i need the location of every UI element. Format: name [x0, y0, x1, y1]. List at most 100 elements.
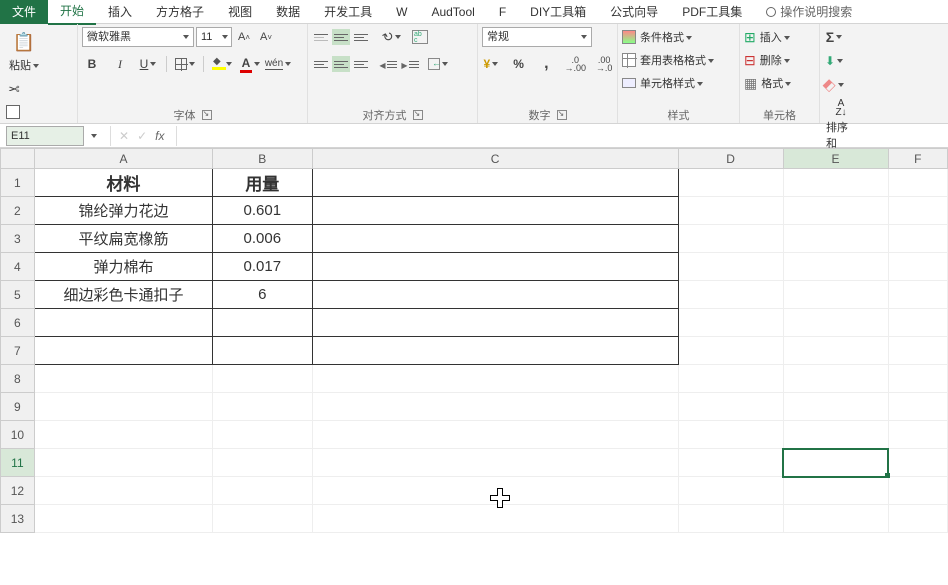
cell[interactable] [888, 169, 948, 197]
align-right-button[interactable] [352, 56, 370, 72]
cell[interactable] [678, 281, 783, 309]
tab-fangfang[interactable]: 方方格子 [144, 0, 216, 24]
cell[interactable] [678, 449, 783, 477]
sort-filter-button[interactable]: AZ↓ 排序和 [824, 97, 858, 153]
cell[interactable]: 细边彩色卡通扣子 [34, 281, 212, 309]
orientation-button[interactable] [382, 27, 402, 47]
cell[interactable] [34, 393, 212, 421]
paste-button[interactable]: 📋 粘贴 [4, 27, 44, 75]
cell[interactable]: 0.006 [213, 225, 312, 253]
cell[interactable]: 6 [213, 281, 312, 309]
cell[interactable]: 0.601 [213, 197, 312, 225]
cell[interactable] [888, 337, 948, 365]
row-header[interactable]: 1 [1, 169, 35, 197]
comma-button[interactable] [538, 54, 556, 74]
tab-home[interactable]: 开始 [48, 0, 96, 25]
cell[interactable] [213, 309, 312, 337]
cell[interactable] [312, 309, 678, 337]
conditional-format-button[interactable]: 条件格式 [622, 27, 735, 47]
cell[interactable]: 用量 [213, 169, 312, 197]
column-header[interactable]: C [312, 149, 678, 169]
tab-view[interactable]: 视图 [216, 0, 264, 24]
row-header[interactable]: 11 [1, 449, 35, 477]
row-header[interactable]: 5 [1, 281, 35, 309]
copy-button[interactable] [4, 103, 24, 123]
align-center-button[interactable] [332, 56, 350, 72]
decrease-font-button[interactable]: A˅ [256, 27, 276, 47]
cell[interactable] [678, 421, 783, 449]
align-top-button[interactable] [312, 29, 330, 45]
insert-cells-button[interactable]: 插入 [744, 27, 815, 47]
column-header[interactable]: B [213, 149, 312, 169]
underline-button[interactable]: U [138, 54, 158, 74]
cell[interactable] [312, 169, 678, 197]
tab-formula[interactable]: 公式向导 [598, 0, 670, 24]
tab-f[interactable]: F [487, 1, 518, 23]
percent-button[interactable] [510, 54, 528, 74]
cell[interactable] [783, 421, 888, 449]
cell[interactable] [888, 421, 948, 449]
cell[interactable] [783, 505, 888, 533]
cell[interactable] [213, 421, 312, 449]
name-box[interactable]: E11 [6, 126, 84, 146]
cancel-formula-button[interactable]: ✕ [119, 129, 129, 143]
cell[interactable] [678, 197, 783, 225]
cell[interactable] [888, 365, 948, 393]
row-header[interactable]: 9 [1, 393, 35, 421]
cell[interactable] [783, 449, 888, 477]
tab-w[interactable]: W [384, 1, 419, 23]
bold-button[interactable]: B [82, 54, 102, 74]
column-header[interactable]: A [34, 149, 212, 169]
cell[interactable] [312, 281, 678, 309]
table-format-button[interactable]: 套用表格格式 [622, 50, 735, 70]
cell[interactable] [312, 253, 678, 281]
cell[interactable] [34, 505, 212, 533]
tab-diy[interactable]: DIY工具箱 [518, 0, 598, 24]
cell[interactable]: 平纹扁宽橡筋 [34, 225, 212, 253]
font-size-select[interactable]: 11 [196, 27, 232, 47]
cell[interactable] [888, 197, 948, 225]
alignment-launcher[interactable] [413, 110, 423, 120]
font-color-button[interactable]: A [240, 54, 260, 74]
cell[interactable] [783, 281, 888, 309]
font-name-select[interactable]: 微软雅黑 [82, 27, 194, 47]
cell[interactable] [783, 477, 888, 505]
cell[interactable] [312, 449, 678, 477]
cell[interactable] [213, 449, 312, 477]
cell[interactable] [888, 393, 948, 421]
cell[interactable] [783, 337, 888, 365]
number-format-select[interactable]: 常规 [482, 27, 592, 47]
font-launcher[interactable] [202, 110, 212, 120]
increase-font-button[interactable]: A˄ [234, 27, 254, 47]
row-header[interactable]: 12 [1, 477, 35, 505]
align-middle-button[interactable] [332, 29, 350, 45]
tab-help[interactable]: 操作说明搜索 [754, 0, 864, 24]
delete-cells-button[interactable]: 删除 [744, 50, 815, 70]
cell[interactable] [34, 337, 212, 365]
cell[interactable] [783, 225, 888, 253]
merge-button[interactable] [428, 54, 448, 74]
number-launcher[interactable] [557, 110, 567, 120]
cell[interactable] [312, 477, 678, 505]
cell[interactable] [213, 365, 312, 393]
fill-button[interactable] [824, 51, 844, 71]
tab-insert[interactable]: 插入 [96, 0, 144, 24]
column-header[interactable]: E [783, 149, 888, 169]
cell[interactable] [678, 477, 783, 505]
increase-decimal-button[interactable]: .0→.00 [565, 54, 585, 74]
cell[interactable] [888, 225, 948, 253]
format-cells-button[interactable]: 格式 [744, 73, 815, 93]
align-left-button[interactable] [312, 56, 330, 72]
cell[interactable] [783, 309, 888, 337]
cell[interactable] [678, 505, 783, 533]
row-header[interactable]: 6 [1, 309, 35, 337]
spreadsheet-grid[interactable]: ABCDEF1材料用量2锦纶弹力花边0.6013平纹扁宽橡筋0.0064弹力棉布… [0, 148, 948, 585]
column-header[interactable]: F [888, 149, 948, 169]
row-header[interactable]: 13 [1, 505, 35, 533]
cell[interactable] [312, 225, 678, 253]
row-header[interactable]: 10 [1, 421, 35, 449]
tab-data[interactable]: 数据 [264, 0, 312, 24]
cell[interactable] [783, 169, 888, 197]
cell[interactable] [783, 365, 888, 393]
cell[interactable] [34, 421, 212, 449]
